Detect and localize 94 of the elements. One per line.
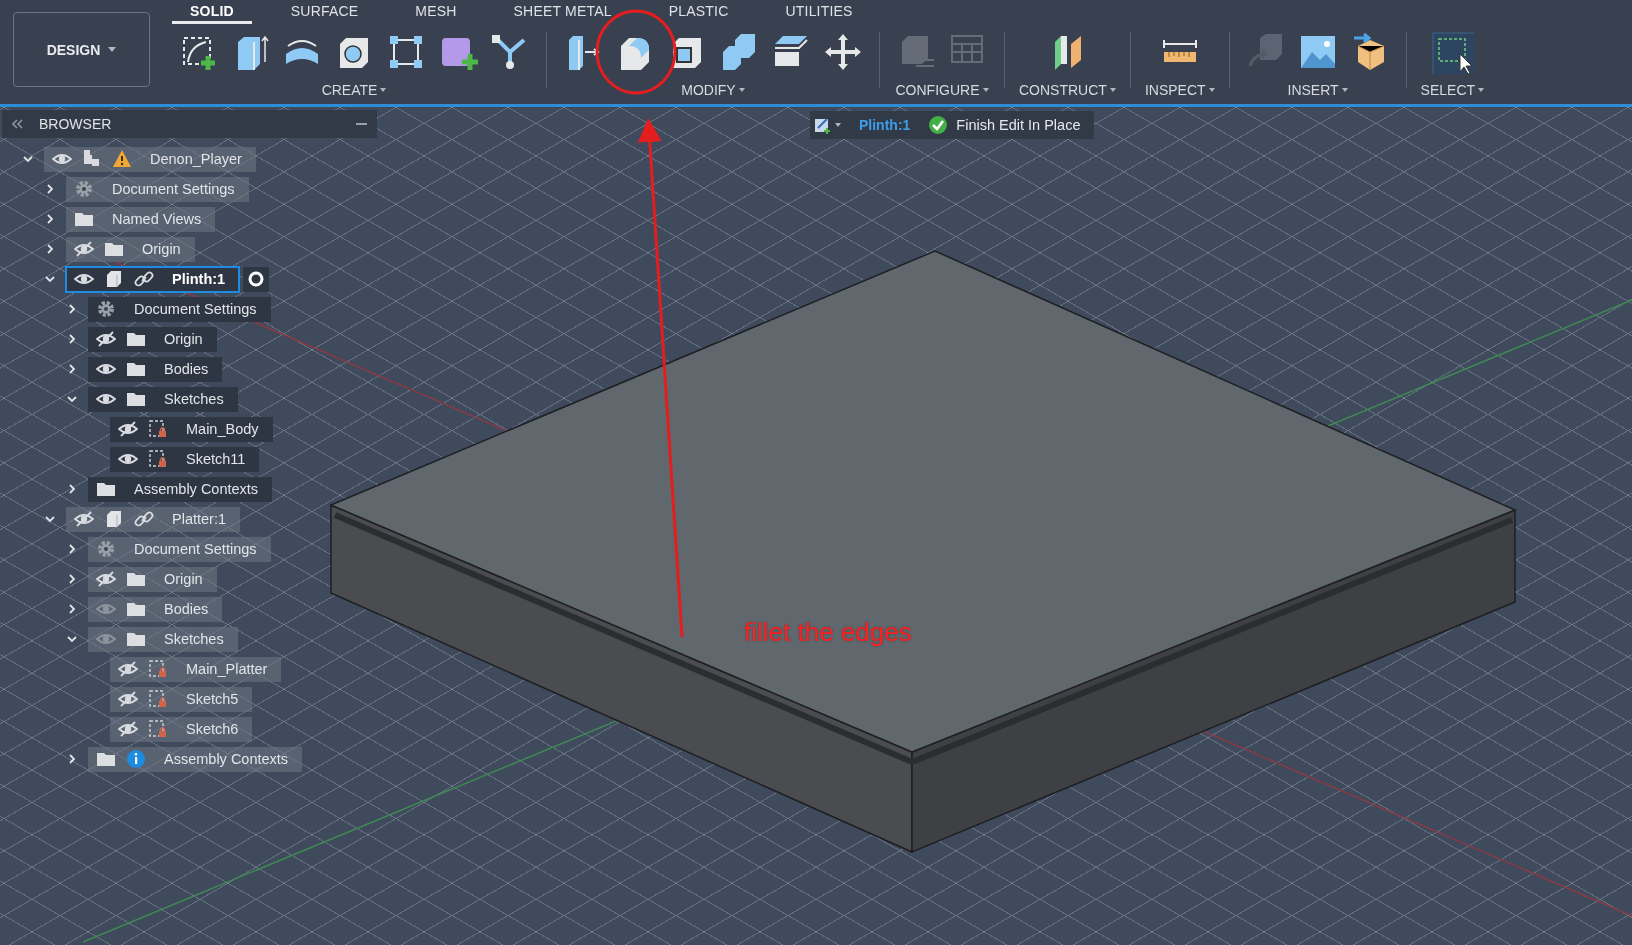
toolbar-tab[interactable]: PLASTIC	[650, 0, 747, 24]
tree-item-label: Sketches	[164, 391, 224, 407]
tree-item[interactable]: Named Views	[66, 206, 216, 232]
tree-item[interactable]: Main_Platter	[110, 656, 282, 682]
crossed-eye-icon[interactable]	[118, 660, 138, 678]
component-icon	[104, 509, 124, 529]
tree-item[interactable]: Document Settings	[88, 536, 271, 562]
crossed-eye-icon[interactable]	[96, 570, 116, 588]
caret-icon	[1208, 88, 1215, 92]
crossed-eye-icon[interactable]	[74, 240, 94, 258]
tree-item-label: Assembly Contexts	[164, 751, 289, 767]
settings-icon	[96, 299, 116, 319]
tree-item[interactable]: Sketch11	[110, 446, 260, 472]
collapse-icon[interactable]	[12, 119, 23, 129]
caret-icon	[1109, 88, 1116, 92]
toolbar-group-dropdown[interactable]: CONSTRUCT	[1019, 82, 1116, 98]
tree-item-label: Origin	[164, 331, 203, 347]
caret-icon	[835, 123, 841, 127]
tree-item[interactable]: Sketches	[88, 386, 238, 412]
tree-item[interactable]: Sketches	[88, 626, 238, 652]
toolbar-group-dropdown[interactable]: INSPECT	[1144, 82, 1215, 98]
tree-item-label: Origin	[164, 571, 203, 587]
tree-item-label: Document Settings	[134, 301, 257, 317]
tree-item-label: Sketches	[164, 631, 224, 647]
select-tool-icon	[1430, 30, 1475, 74]
tree-item-label: Platter:1	[172, 511, 226, 527]
tree-item[interactable]: Platter:1	[66, 506, 240, 532]
tree-item-label: Assembly Contexts	[134, 481, 259, 497]
tree-item-label: Document Settings	[134, 541, 257, 557]
toolbar-tab[interactable]: SHEET METAL	[495, 0, 630, 24]
toolbar-group-dropdown[interactable]: MODIFY	[681, 82, 745, 98]
tree-item-label: Bodies	[164, 361, 209, 377]
tree-item[interactable]: Plinth:1	[66, 266, 240, 292]
tree-item-label: Main_Body	[186, 421, 259, 437]
active-component-icon[interactable]	[243, 266, 270, 292]
component-icon	[104, 269, 124, 289]
tree-item-label: Sketch11	[186, 451, 246, 467]
tree-item-label: Main_Platter	[186, 661, 268, 677]
crossed-eye-icon[interactable]	[118, 690, 138, 708]
caret-icon	[108, 47, 117, 52]
tree-item[interactable]: Document Settings	[88, 296, 271, 322]
caret-icon	[380, 88, 387, 92]
tree-item-label: Sketch6	[186, 721, 239, 737]
tree-item-label: Sketch5	[186, 691, 239, 707]
toolbar-tab[interactable]: SURFACE	[272, 0, 377, 24]
caret-icon	[1341, 88, 1348, 92]
tree-item-label: Bodies	[164, 601, 209, 617]
tree-item-label: Denon_Player	[150, 151, 242, 167]
tree-item[interactable]: Sketch6	[110, 716, 253, 742]
browser-title: BROWSER	[39, 116, 113, 132]
component-name: Plinth:1	[859, 117, 911, 133]
sketch-icon	[148, 719, 168, 739]
tree-item-label: Document Settings	[112, 181, 235, 197]
tree-item[interactable]: Document Settings	[66, 176, 249, 202]
settings-icon	[96, 539, 116, 559]
tree-item[interactable]: Origin	[88, 566, 217, 592]
caret-icon	[982, 88, 989, 92]
tree-item[interactable]: Bodies	[88, 356, 223, 382]
toolbar-tab[interactable]: SOLID	[172, 0, 252, 24]
tree-item-label: Origin	[142, 241, 181, 257]
crossed-eye-icon[interactable]	[118, 420, 138, 438]
tree-item[interactable]: Assembly Contexts	[88, 476, 273, 502]
caret-icon	[738, 88, 745, 92]
toolbar-group-dropdown[interactable]: CONFIGURE	[895, 82, 989, 98]
select-tool-button[interactable]	[1430, 30, 1475, 74]
check-icon	[928, 115, 949, 135]
toolbar-group-dropdown[interactable]: INSERT	[1287, 82, 1348, 98]
toolbar-group-dropdown[interactable]: CREATE	[321, 82, 387, 98]
tree-item[interactable]: Denon_Player	[44, 146, 256, 172]
tree-item-label: Plinth:1	[172, 271, 226, 287]
crossed-eye-icon[interactable]	[74, 510, 94, 528]
crossed-eye-icon[interactable]	[96, 330, 116, 348]
toolbar-tab[interactable]: MESH	[397, 0, 475, 24]
document-icon	[82, 149, 102, 169]
edit-options-dropdown[interactable]	[814, 116, 841, 134]
tree-item-label: Named Views	[112, 211, 202, 227]
settings-icon	[74, 179, 94, 199]
tree-item[interactable]: Bodies	[88, 596, 223, 622]
sketch-icon	[148, 689, 168, 709]
toolbar-tab[interactable]: UTILITIES	[767, 0, 871, 24]
toolbar-group-dropdown[interactable]: SELECT	[1420, 82, 1485, 98]
annotation-text: fillet the edges	[744, 617, 912, 648]
tree-item[interactable]: Main_Body	[110, 416, 273, 442]
tree-item[interactable]: Sketch5	[110, 686, 253, 712]
sketch-icon	[148, 449, 168, 469]
finish-edit-button[interactable]: Finish Edit In Place	[928, 115, 1081, 135]
caret-icon	[1478, 88, 1485, 92]
crossed-eye-icon[interactable]	[118, 720, 138, 738]
tree-item[interactable]: Assembly Contexts	[88, 746, 303, 772]
workspace-dropdown[interactable]: DESIGN	[13, 12, 150, 87]
tree-item[interactable]: Origin	[66, 236, 195, 262]
sketch-icon	[148, 659, 168, 679]
sketch-icon	[148, 419, 168, 439]
tree-item[interactable]: Origin	[88, 326, 217, 352]
